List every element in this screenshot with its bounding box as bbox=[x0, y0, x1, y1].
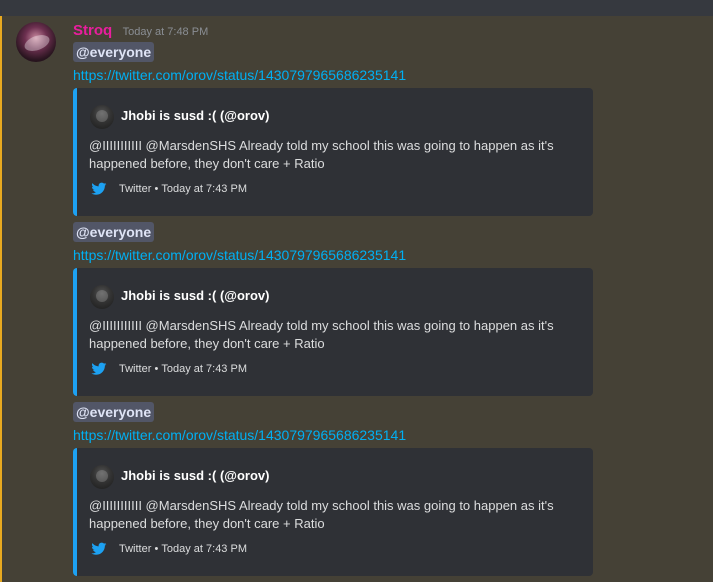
embed-author-name[interactable]: Jhobi is susd :( (@orov) bbox=[121, 468, 269, 483]
embed-description: @IIIIIIIIIII @MarsdenSHS Already told my… bbox=[89, 498, 554, 531]
embed-footer: Twitter • Today at 7:43 PM bbox=[91, 541, 247, 557]
message-header: Stroq Today at 7:48 PM bbox=[73, 22, 208, 42]
embed-author-avatar[interactable] bbox=[90, 465, 114, 489]
tweet-link[interactable]: https://twitter.com/orov/status/14307979… bbox=[73, 245, 406, 265]
embed-footer: Twitter • Today at 7:43 PM bbox=[91, 361, 247, 377]
chat-message: Stroq Today at 7:48 PM @everyone https:/… bbox=[0, 16, 713, 582]
embed-footer-time: Today at 7:43 PM bbox=[161, 363, 247, 375]
everyone-mention[interactable]: @everyone bbox=[73, 42, 155, 62]
embed-footer-time: Today at 7:43 PM bbox=[161, 543, 247, 555]
tweet-embed: Jhobi is susd :( (@orov) @IIIIIIIIIII @M… bbox=[73, 88, 593, 216]
message-timestamp: Today at 7:48 PM bbox=[122, 26, 209, 38]
tweet-link[interactable]: https://twitter.com/orov/status/14307979… bbox=[73, 65, 406, 85]
twitter-bird-icon bbox=[91, 542, 107, 555]
twitter-bird-icon bbox=[91, 362, 107, 375]
tweet-embed: Jhobi is susd :( (@orov) @IIIIIIIIIII @M… bbox=[73, 268, 593, 396]
embed-footer-separator: • bbox=[151, 183, 162, 195]
embed-author-name[interactable]: Jhobi is susd :( (@orov) bbox=[121, 108, 269, 123]
embed-footer-separator: • bbox=[151, 363, 162, 375]
everyone-mention[interactable]: @everyone bbox=[73, 402, 155, 422]
embed-author-avatar[interactable] bbox=[90, 105, 114, 129]
embed-footer-source: Twitter bbox=[119, 543, 152, 555]
embed-author-name[interactable]: Jhobi is susd :( (@orov) bbox=[121, 288, 269, 303]
embed-footer-time: Today at 7:43 PM bbox=[161, 183, 247, 195]
message-author[interactable]: Stroq bbox=[73, 22, 112, 39]
embed-footer-separator: • bbox=[151, 543, 162, 555]
tweet-embed: Jhobi is susd :( (@orov) @IIIIIIIIIII @M… bbox=[73, 448, 593, 576]
embed-description: @IIIIIIIIIII @MarsdenSHS Already told my… bbox=[89, 318, 554, 351]
embed-footer-source: Twitter bbox=[119, 363, 152, 375]
everyone-mention[interactable]: @everyone bbox=[73, 222, 155, 242]
embed-description: @IIIIIIIIIII @MarsdenSHS Already told my… bbox=[89, 138, 554, 171]
twitter-bird-icon bbox=[91, 182, 107, 195]
embed-footer-source: Twitter bbox=[119, 183, 152, 195]
tweet-link[interactable]: https://twitter.com/orov/status/14307979… bbox=[73, 425, 406, 445]
chat-top-strip bbox=[0, 0, 713, 16]
embed-author-avatar[interactable] bbox=[90, 285, 114, 309]
embed-footer: Twitter • Today at 7:43 PM bbox=[91, 181, 247, 197]
user-avatar[interactable] bbox=[16, 22, 56, 62]
